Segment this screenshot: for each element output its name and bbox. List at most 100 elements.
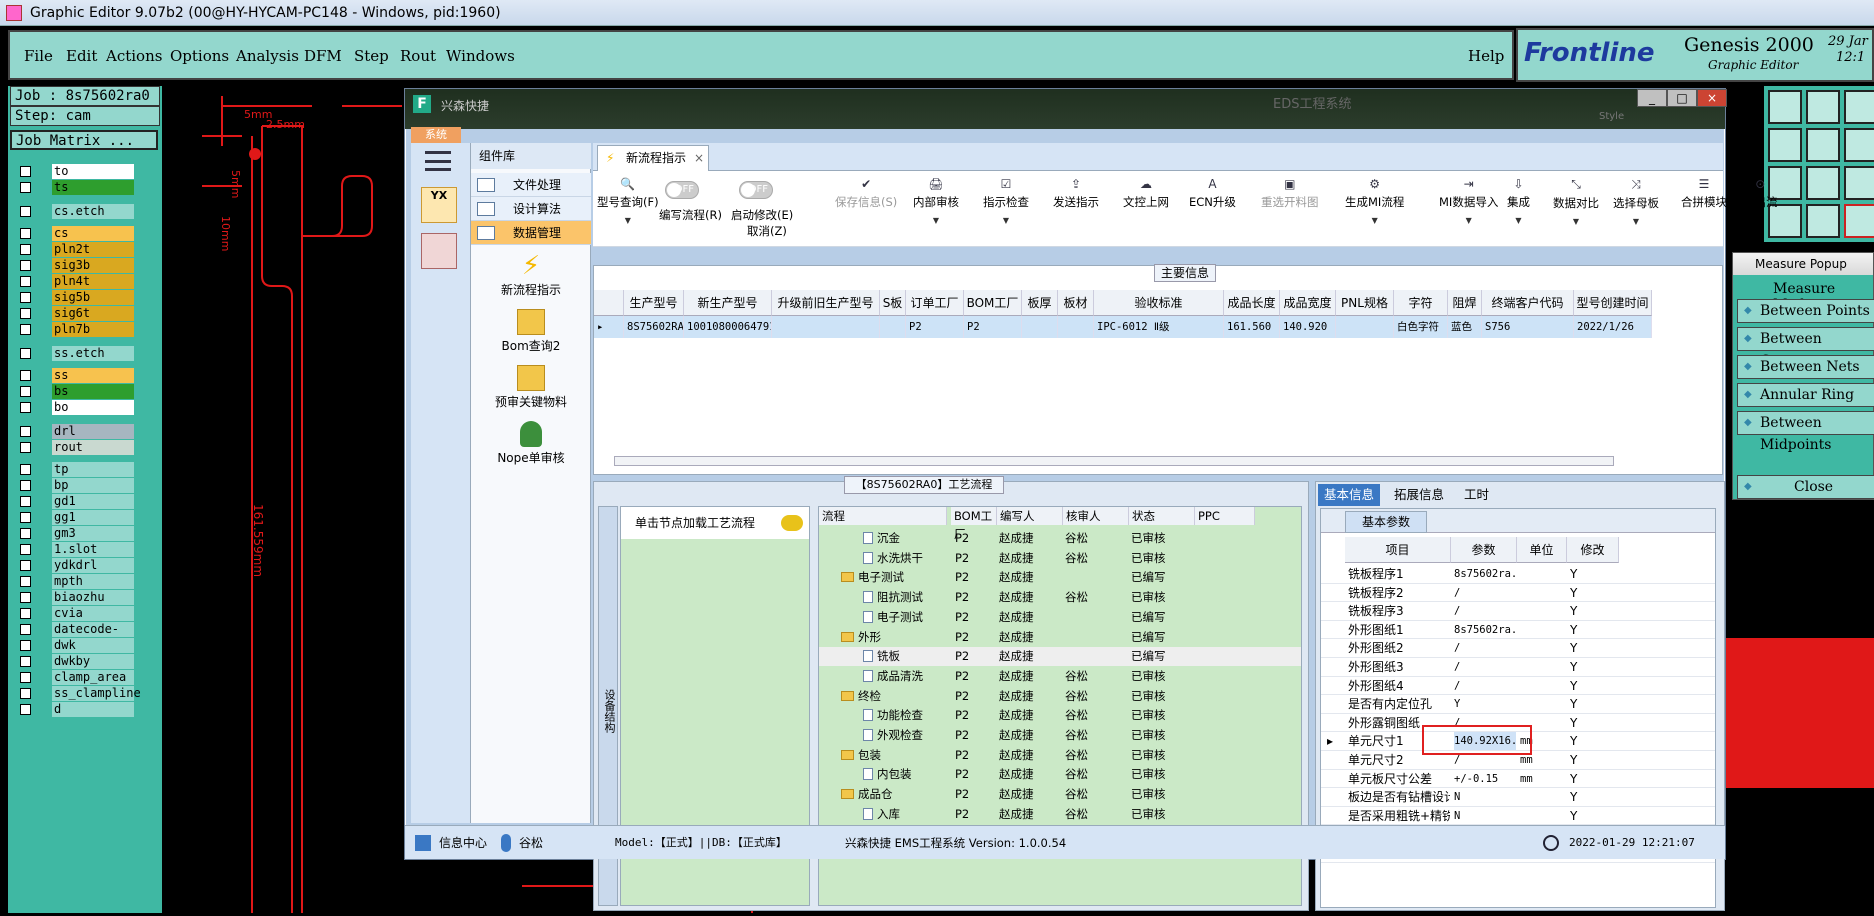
- layer-checkbox[interactable]: [20, 528, 31, 539]
- layer-checkbox[interactable]: [20, 166, 31, 177]
- layer-checkbox[interactable]: [20, 576, 31, 587]
- nav-data-management[interactable]: 数据管理: [471, 221, 591, 245]
- detail-row[interactable]: 外形图纸2 / Y: [1321, 639, 1715, 658]
- minimize-button[interactable]: _: [1637, 89, 1667, 107]
- layer-row-cvia[interactable]: cvia: [14, 606, 138, 621]
- detail-param[interactable]: /: [1454, 584, 1516, 602]
- flow-row[interactable]: 阻抗测试 P2 赵成捷 谷松 已审核: [819, 588, 1301, 607]
- layer-row-sig6t[interactable]: sig6t: [14, 306, 138, 321]
- layer-checkbox[interactable]: [20, 206, 31, 217]
- flow-row[interactable]: 功能检查 P2 赵成捷 谷松 已审核: [819, 706, 1301, 725]
- detail-param[interactable]: 8s75602ra...: [1454, 621, 1516, 639]
- layer-row-clamp_area[interactable]: clamp_area: [14, 670, 138, 685]
- layer-checkbox[interactable]: [20, 182, 31, 193]
- detail-param[interactable]: /: [1454, 639, 1516, 657]
- menu-windows[interactable]: Windows: [446, 47, 515, 65]
- yx-module-icon[interactable]: YX: [421, 187, 457, 223]
- detail-param[interactable]: /: [1454, 677, 1516, 695]
- grid-cell[interactable]: 2022/1/26: [1574, 316, 1652, 338]
- layer-checkbox[interactable]: [20, 276, 31, 287]
- detail-col-header[interactable]: 参数: [1451, 537, 1517, 563]
- toolbar-btn-5[interactable]: ☑ 指示检查 ▼: [983, 177, 1029, 225]
- detail-param[interactable]: Y: [1454, 695, 1516, 713]
- menu-dfm[interactable]: DFM: [304, 47, 342, 65]
- layer-row-gg1[interactable]: gg1: [14, 510, 138, 525]
- flow-col-header[interactable]: PPC: [1195, 507, 1255, 525]
- flow-col-header[interactable]: 编写人: [997, 507, 1063, 525]
- horizontal-scrollbar[interactable]: [614, 456, 1614, 466]
- tab-work-hours[interactable]: 工时: [1458, 484, 1495, 506]
- layer-row-ss[interactable]: ss: [14, 368, 138, 383]
- grid-cell[interactable]: 8S75602RA0: [624, 316, 684, 338]
- close-button[interactable]: ×: [1697, 89, 1727, 107]
- col-header[interactable]: 阻焊: [1448, 290, 1482, 316]
- detail-param[interactable]: /: [1454, 658, 1516, 676]
- info-center[interactable]: 信息中心: [439, 826, 487, 860]
- grid-cell[interactable]: [1336, 316, 1394, 338]
- detail-row[interactable]: 铣板程序3 / Y: [1321, 602, 1715, 621]
- flow-row[interactable]: 沉金 P2 赵成捷 谷松 已审核: [819, 529, 1301, 548]
- layer-checkbox[interactable]: [20, 624, 31, 635]
- col-header[interactable]: 成品长度: [1224, 290, 1280, 316]
- col-header[interactable]: 字符: [1394, 290, 1448, 316]
- calculator-icon[interactable]: [421, 233, 457, 269]
- tab-close-icon[interactable]: ×: [694, 146, 704, 170]
- menu-analysis[interactable]: Analysis: [236, 47, 299, 65]
- tool-button-6[interactable]: [1844, 128, 1874, 162]
- detail-row[interactable]: 是否采用粗铣+精铣 N Y: [1321, 807, 1715, 826]
- toolbar-btn-10[interactable]: ⚙ 生成MI流程 ▼: [1345, 177, 1404, 225]
- toolbar-btn-4[interactable]: 🖨 内部审核 ▼: [913, 177, 959, 225]
- between-nets-button[interactable]: Between Nets: [1737, 355, 1874, 379]
- nav-nope-review[interactable]: Nope单审核: [471, 421, 591, 466]
- toolbar-btn-3[interactable]: ✔ 保存信息(S): [835, 177, 897, 210]
- grid-cell[interactable]: 161.560: [1224, 316, 1280, 338]
- tool-button-9[interactable]: [1844, 166, 1874, 200]
- tool-button-1[interactable]: [1768, 90, 1802, 124]
- flow-row[interactable]: 外形 P2 赵成捷 已编写: [819, 628, 1301, 647]
- menu-help[interactable]: Help: [1468, 47, 1504, 65]
- menu-step[interactable]: Step: [354, 47, 389, 65]
- nav-file-processing[interactable]: 文件处理: [471, 173, 591, 197]
- nav-bom-query[interactable]: Bom查询2: [471, 309, 591, 354]
- detail-row[interactable]: 板边是否有钻槽设计 N Y: [1321, 788, 1715, 807]
- layer-row-1.slot[interactable]: 1.slot: [14, 542, 138, 557]
- detail-col-header[interactable]: 项目: [1345, 537, 1451, 563]
- detail-row[interactable]: 外形图纸3 / Y: [1321, 658, 1715, 677]
- detail-param[interactable]: /: [1454, 602, 1516, 620]
- col-header[interactable]: 新生产型号: [684, 290, 772, 316]
- toggle-switch[interactable]: OFF: [665, 181, 699, 199]
- detail-param[interactable]: 8s75602ra...: [1454, 565, 1516, 583]
- flow-row[interactable]: 外观检查 P2 赵成捷 谷松 已审核: [819, 726, 1301, 745]
- annular-ring-button[interactable]: Annular Ring: [1737, 383, 1874, 407]
- flow-row[interactable]: 水洗烘干 P2 赵成捷 谷松 已审核: [819, 549, 1301, 568]
- layer-row-sig3b[interactable]: sig3b: [14, 258, 138, 273]
- toolbar-btn-13[interactable]: ⤡ 数据对比 ▼: [1553, 177, 1599, 226]
- menu-file[interactable]: File: [24, 47, 53, 65]
- detail-row[interactable]: 铣板程序2 / Y: [1321, 584, 1715, 603]
- layer-row-pln4t[interactable]: pln4t: [14, 274, 138, 289]
- detail-row[interactable]: 外形图纸4 / Y: [1321, 677, 1715, 696]
- detail-param[interactable]: N: [1454, 807, 1516, 825]
- flow-col-header[interactable]: BOM工厂: [951, 507, 997, 541]
- grid-cell[interactable]: IPC-6012 Ⅱ级: [1094, 316, 1224, 338]
- layer-row-bp[interactable]: bp: [14, 478, 138, 493]
- layer-checkbox[interactable]: [20, 496, 31, 507]
- layer-checkbox[interactable]: [20, 442, 31, 453]
- col-header[interactable]: 板材: [1058, 290, 1094, 316]
- col-header[interactable]: 型号创建时间: [1574, 290, 1652, 316]
- detail-row[interactable]: 单元板尺寸公差 +/-0.15 mm Y: [1321, 770, 1715, 789]
- layer-row-ts[interactable]: ts: [14, 180, 138, 195]
- layer-row-cs.etch[interactable]: cs.etch: [14, 204, 138, 219]
- col-header[interactable]: 成品宽度: [1280, 290, 1336, 316]
- layer-checkbox[interactable]: [20, 640, 31, 651]
- layer-checkbox[interactable]: [20, 688, 31, 699]
- flow-row[interactable]: 电子测试 P2 赵成捷 已编写: [819, 608, 1301, 627]
- flow-col-header[interactable]: 流程: [819, 507, 947, 525]
- system-tab[interactable]: 系统: [411, 127, 461, 143]
- nav-design-algorithm[interactable]: 设计算法: [471, 197, 591, 221]
- layer-row-pln7b[interactable]: pln7b: [14, 322, 138, 337]
- layer-row-mpth[interactable]: mpth: [14, 574, 138, 589]
- layer-checkbox[interactable]: [20, 260, 31, 271]
- flow-row[interactable]: 终检 P2 赵成捷 谷松 已审核: [819, 687, 1301, 706]
- layer-checkbox[interactable]: [20, 228, 31, 239]
